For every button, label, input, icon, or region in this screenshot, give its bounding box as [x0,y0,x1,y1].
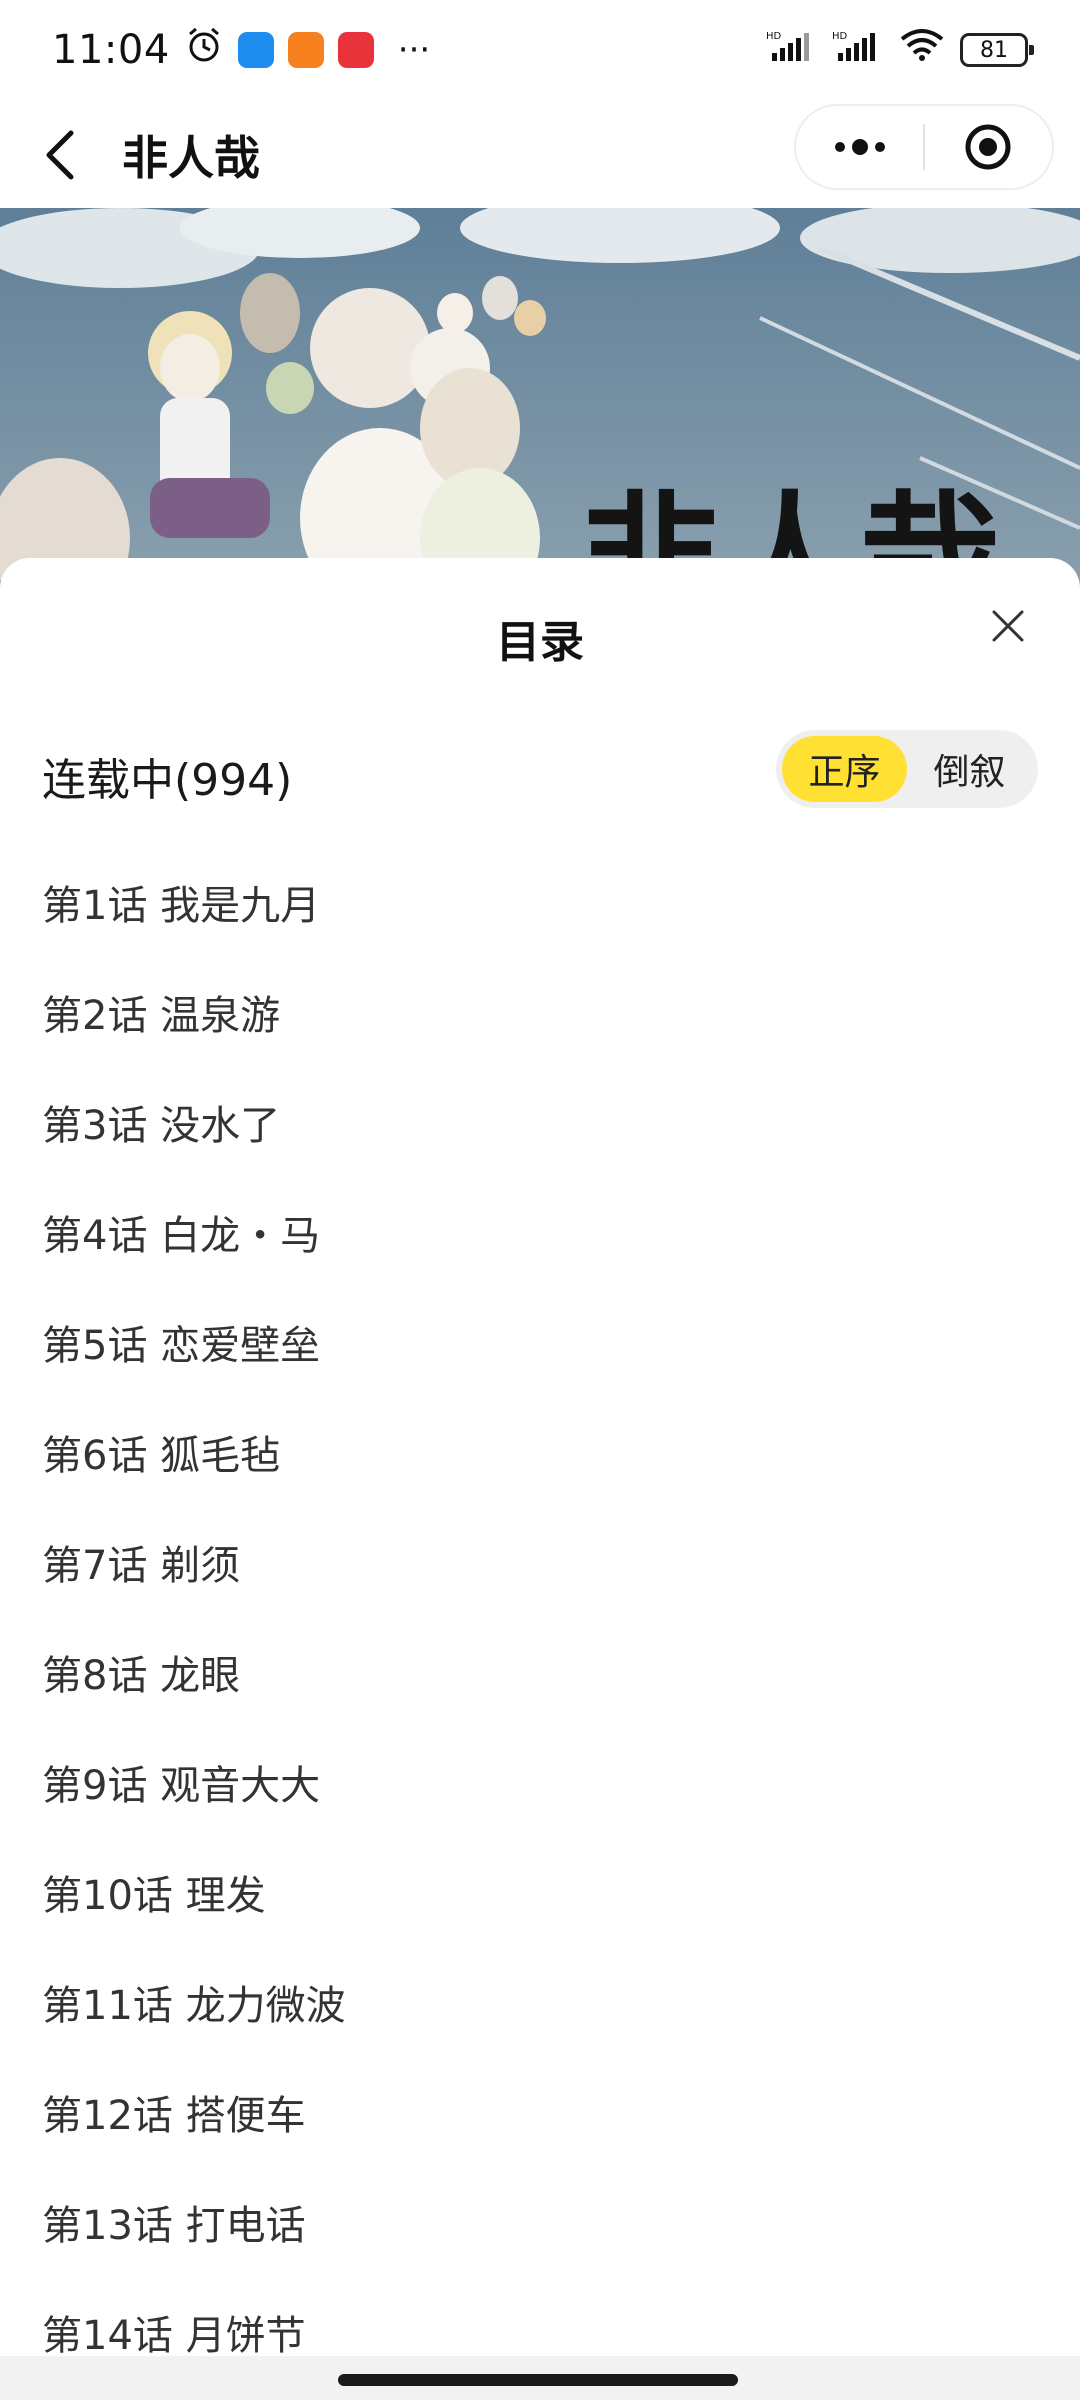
status-left: 11:04 ··· [52,25,430,75]
battery-icon: 81 [960,33,1034,67]
status-bar: 11:04 ··· HD HD 81 [0,0,1080,100]
chapter-item[interactable]: 第3话 没水了 [42,1106,1042,1216]
svg-text:HD: HD [832,31,848,42]
more-notifications: ··· [397,30,431,70]
chapter-item[interactable]: 第6话 狐毛毡 [42,1436,1042,1546]
wifi-icon [898,27,946,73]
more-button[interactable] [796,104,923,190]
order-toggle: 正序 倒叙 [776,730,1038,808]
target-icon [965,124,1011,170]
chevron-left-icon [46,130,74,180]
chapter-list: 第1话 我是九月 第2话 温泉游 第3话 没水了 第4话 白龙・马 第5话 恋爱… [42,886,1042,2400]
close-miniprogram-button[interactable] [925,104,1052,190]
close-button[interactable] [980,598,1036,654]
more-dots-icon [834,139,885,155]
battery-level: 81 [980,37,1008,63]
status-right: HD HD 81 [766,27,1034,73]
sheet-title: 目录 [496,617,584,668]
chapter-item[interactable]: 第13话 打电话 [42,2206,1042,2316]
order-asc-button[interactable]: 正序 [782,736,907,802]
home-indicator[interactable] [338,2374,738,2386]
chapter-item[interactable]: 第4话 白龙・马 [42,1216,1042,1326]
page-title: 非人哉 [122,131,260,185]
cover-artwork: 非人哉 [0,208,1080,588]
red-app-icon [337,32,374,68]
catalog-sheet: 目录 连载中(994) 正序 倒叙 第1话 我是九月 第2话 温泉游 第3话 没… [0,558,1080,2400]
chapter-item[interactable]: 第11话 龙力微波 [42,1986,1042,2096]
screen: 11:04 ··· HD HD 81 非人哉 非人哉 目录 连载中(994) 正… [0,0,1080,2400]
chapter-item[interactable]: 第5话 恋爱壁垒 [42,1326,1042,1436]
signal-icon: HD [766,27,818,73]
svg-text:HD: HD [766,31,782,42]
back-button[interactable] [6,100,116,210]
header: 非人哉 [0,100,1080,210]
blue-app-icon [237,32,274,68]
order-desc-button[interactable]: 倒叙 [907,736,1032,802]
chapter-item[interactable]: 第8话 龙眼 [42,1656,1042,1766]
alarm-icon [184,25,224,75]
chapter-item[interactable]: 第9话 观音大大 [42,1766,1042,1876]
cover-banner: 非人哉 [0,208,1080,588]
chapter-item[interactable]: 第1话 我是九月 [42,886,1042,996]
mini-program-capsule [794,104,1054,190]
chapter-item[interactable]: 第7话 剃须 [42,1546,1042,1656]
close-icon [992,610,1024,642]
chapter-item[interactable]: 第12话 搭便车 [42,2096,1042,2206]
chapter-item[interactable]: 第2话 温泉游 [42,996,1042,1106]
chapter-item[interactable]: 第10话 理发 [42,1876,1042,1986]
serial-status: 连载中(994) [42,755,293,806]
orange-app-icon [287,32,324,68]
status-time: 11:04 [52,27,170,73]
signal-icon-2: HD [832,27,884,73]
